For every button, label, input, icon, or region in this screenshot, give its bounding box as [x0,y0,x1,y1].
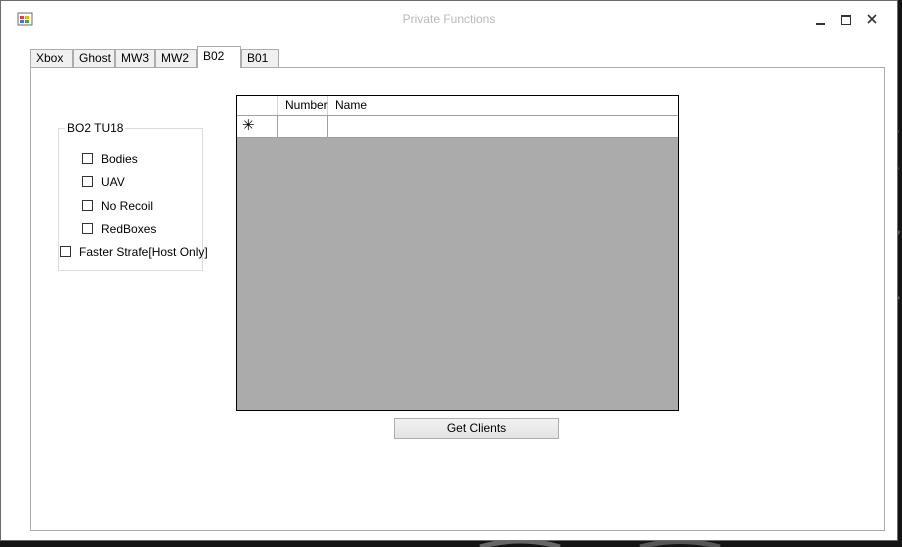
groupbox-title: BO2 TU18 [65,121,126,135]
name-cell[interactable] [328,116,678,137]
minimize-icon [816,23,825,25]
checkbox-box[interactable] [82,200,93,211]
redboxes-label: RedBoxes [101,222,157,236]
tab-xbox[interactable]: Xbox [30,49,73,67]
title-bar[interactable]: Private Functions [1,1,897,37]
tab-mw3[interactable]: MW3 [115,49,155,67]
bodies-label: Bodies [101,152,138,166]
faster-strafe-label: Faster Strafe[Host Only] [79,245,208,259]
new-row-icon: ✳ [242,117,255,134]
close-icon [867,14,877,24]
main-window: Private Functions Xbox Ghost MW3 MW2 B02… [0,0,898,541]
table-row[interactable]: ✳ [237,116,678,138]
bo2-tu18-groupbox: BO2 TU18 Bodies UAV No Recoil RedBoxes F… [58,121,208,271]
maximize-button[interactable] [833,9,859,31]
grid-header: Number Name [237,96,678,116]
close-button[interactable] [859,9,885,31]
clients-grid[interactable]: Number Name ✳ [236,95,679,411]
column-header-number[interactable]: Number [278,96,328,115]
no-recoil-label: No Recoil [101,199,154,213]
checkbox-box[interactable] [82,176,93,187]
maximize-icon [841,15,851,25]
uav-label: UAV [101,175,125,189]
tab-mw2[interactable]: MW2 [155,49,197,67]
number-cell[interactable] [278,116,328,137]
row-header[interactable]: ✳ [237,116,278,137]
tab-b02[interactable]: B02 [197,46,241,68]
tab-page-b02: BO2 TU18 Bodies UAV No Recoil RedBoxes F… [30,67,885,531]
get-clients-button[interactable]: Get Clients [394,418,559,439]
window-title: Private Functions [402,12,496,26]
minimize-button[interactable] [807,9,833,31]
tab-ghost[interactable]: Ghost [73,49,115,67]
checkbox-box[interactable] [82,153,93,164]
tab-b01[interactable]: B01 [241,49,279,67]
grid-corner-header[interactable] [237,96,278,115]
checkbox-box[interactable] [82,223,93,234]
checkbox-box[interactable] [60,246,71,257]
column-header-name[interactable]: Name [328,96,678,115]
